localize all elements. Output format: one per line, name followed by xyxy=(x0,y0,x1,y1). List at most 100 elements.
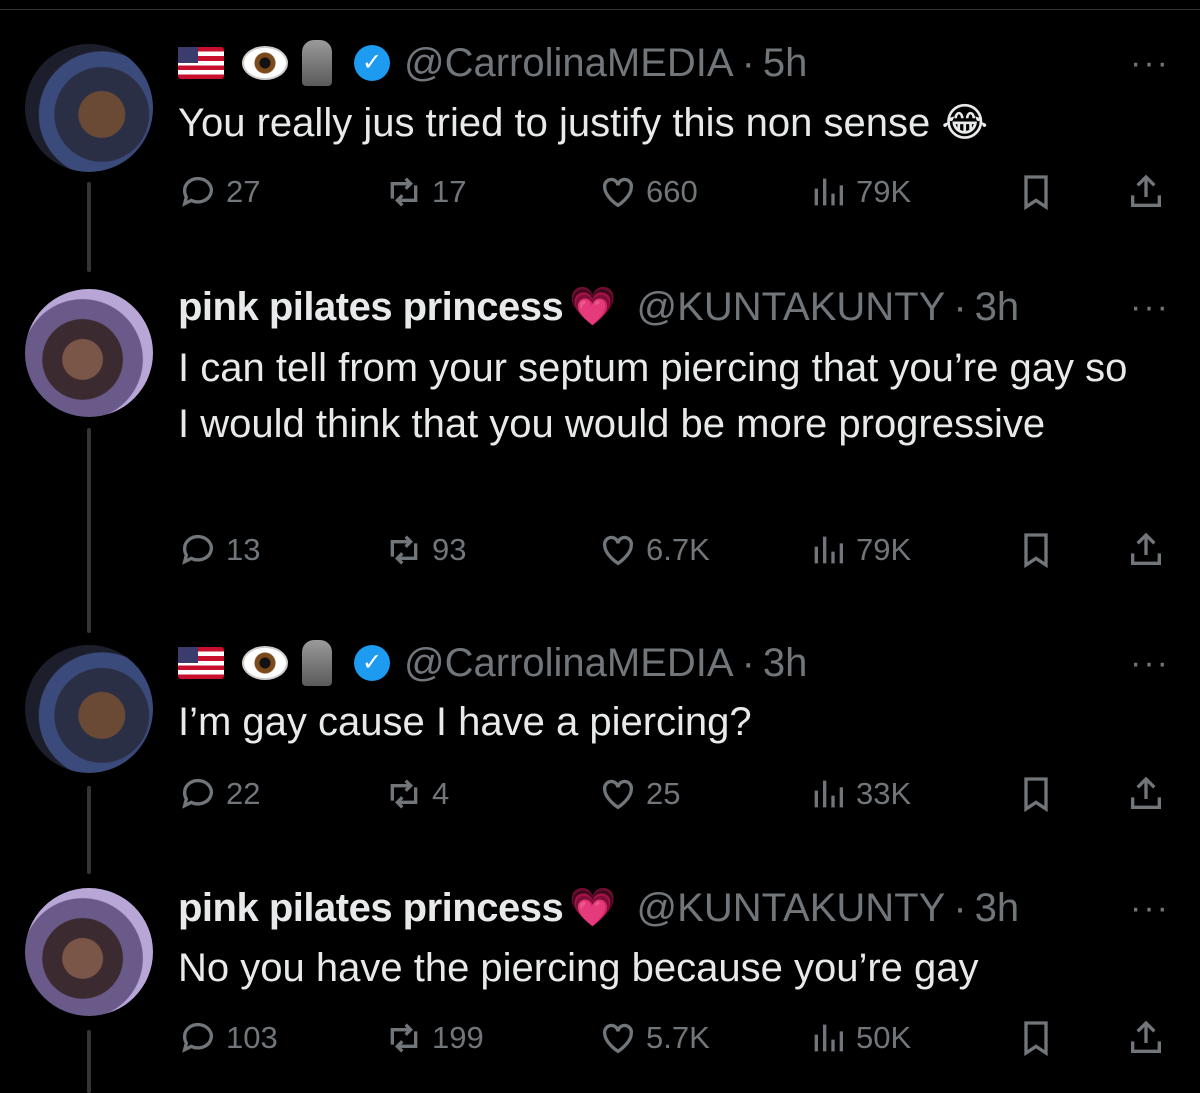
views-icon xyxy=(814,1024,843,1052)
repost-button[interactable]: 17 xyxy=(384,172,466,212)
like-count: 25 xyxy=(646,776,681,811)
like-button[interactable]: 6.7K xyxy=(598,530,710,570)
bookmark-button[interactable] xyxy=(1016,530,1064,570)
moai-icon xyxy=(302,640,332,686)
views-icon xyxy=(814,536,843,564)
author-handle[interactable]: @KUNTAKUNTY xyxy=(637,285,946,330)
action-bar: 27 17 660 79K xyxy=(178,172,1178,216)
reply-count: 13 xyxy=(226,532,261,567)
repost-icon xyxy=(390,1023,418,1053)
tweet-text: No you have the piercing because you’re … xyxy=(178,946,979,990)
pink-heart-icon: 💗 xyxy=(569,286,617,328)
repost-icon xyxy=(390,779,418,809)
reply-count: 22 xyxy=(226,776,261,811)
reply-icon xyxy=(182,176,213,207)
thread-line xyxy=(87,786,91,874)
verified-badge-icon: ✓ xyxy=(354,645,390,681)
views-button[interactable]: 33K xyxy=(808,774,911,814)
reply-icon xyxy=(182,778,213,809)
eye-icon xyxy=(242,646,288,680)
author-handle[interactable]: @KUNTAKUNTY xyxy=(637,886,946,931)
like-button[interactable]: 25 xyxy=(598,774,680,814)
bookmark-button[interactable] xyxy=(1016,1018,1064,1058)
repost-count: 17 xyxy=(432,174,467,209)
reply-button[interactable]: 103 xyxy=(178,1018,278,1058)
like-count: 5.7K xyxy=(646,1020,710,1055)
views-button[interactable]: 79K xyxy=(808,172,911,212)
repost-button[interactable]: 93 xyxy=(384,530,466,570)
timestamp[interactable]: 5h xyxy=(763,41,808,86)
action-bar: 103 199 5.7K 50K xyxy=(178,1018,1178,1062)
verified-badge-icon: ✓ xyxy=(354,45,390,81)
author-handle[interactable]: @CarrolinaMEDIA xyxy=(404,41,734,86)
share-button[interactable] xyxy=(1126,172,1174,212)
moai-icon xyxy=(302,40,332,86)
like-button[interactable]: 660 xyxy=(598,172,698,212)
reply-button[interactable]: 13 xyxy=(178,530,260,570)
heart-icon xyxy=(602,1023,634,1054)
repost-button[interactable]: 199 xyxy=(384,1018,484,1058)
separator: · xyxy=(953,284,967,329)
timestamp[interactable]: 3h xyxy=(975,886,1020,931)
flag-usa-icon xyxy=(178,47,224,79)
views-icon xyxy=(814,178,843,206)
timestamp[interactable]: 3h xyxy=(763,641,808,686)
timestamp[interactable]: 3h xyxy=(975,285,1020,330)
bookmark-button[interactable] xyxy=(1016,172,1064,212)
tweet-header: pink pilates princess 💗 @KUNTAKUNTY · 3h xyxy=(178,282,1019,332)
reply-button[interactable]: 22 xyxy=(178,774,260,814)
heart-icon xyxy=(602,535,634,566)
repost-icon xyxy=(390,177,418,207)
views-count: 33K xyxy=(856,776,912,811)
pink-heart-icon: 💗 xyxy=(569,887,617,929)
flag-usa-icon xyxy=(178,647,224,679)
more-options-icon[interactable]: ··· xyxy=(1130,889,1170,928)
bookmark-button[interactable] xyxy=(1016,774,1064,814)
author-name[interactable]: pink pilates princess xyxy=(178,285,564,330)
reply-count: 103 xyxy=(226,1020,278,1055)
share-icon xyxy=(1131,776,1161,809)
reply-icon xyxy=(182,534,213,565)
share-button[interactable] xyxy=(1126,530,1174,570)
bookmark-icon xyxy=(1024,1021,1048,1057)
avatar[interactable] xyxy=(25,888,153,1016)
share-icon xyxy=(1131,1020,1161,1053)
share-icon xyxy=(1131,532,1161,565)
like-button[interactable]: 5.7K xyxy=(598,1018,710,1058)
views-button[interactable]: 79K xyxy=(808,530,911,570)
author-name[interactable]: pink pilates princess xyxy=(178,886,564,931)
heart-icon xyxy=(602,779,634,810)
share-button[interactable] xyxy=(1126,1018,1174,1058)
bookmark-icon xyxy=(1024,533,1048,569)
reply-count: 27 xyxy=(226,174,261,209)
more-options-icon[interactable]: ··· xyxy=(1130,44,1170,83)
share-button[interactable] xyxy=(1126,774,1174,814)
more-options-icon[interactable]: ··· xyxy=(1130,288,1170,327)
tweet-header: ✓ @CarrolinaMEDIA · 3h xyxy=(178,638,807,688)
repost-count: 93 xyxy=(432,532,467,567)
thread-line xyxy=(87,1030,91,1093)
reply-button[interactable]: 27 xyxy=(178,172,260,212)
avatar[interactable] xyxy=(25,44,153,172)
views-button[interactable]: 50K xyxy=(808,1018,911,1058)
separator: · xyxy=(741,40,755,85)
share-icon xyxy=(1131,174,1161,207)
like-count: 6.7K xyxy=(646,532,710,567)
repost-icon xyxy=(390,535,418,565)
views-count: 79K xyxy=(856,532,912,567)
tweet-text: I’m gay cause I have a piercing? xyxy=(178,700,752,744)
thread-line xyxy=(87,428,91,633)
repost-count: 199 xyxy=(432,1020,484,1055)
separator: · xyxy=(953,885,967,930)
avatar[interactable] xyxy=(25,289,153,417)
repost-button[interactable]: 4 xyxy=(384,774,449,814)
more-options-icon[interactable]: ··· xyxy=(1130,644,1170,683)
bookmark-icon xyxy=(1024,175,1048,211)
tweet-text: You really jus tried to justify this non… xyxy=(178,101,989,145)
heart-icon xyxy=(602,177,634,208)
tweet-text: I can tell from your septum piercing tha… xyxy=(178,346,1128,446)
eye-icon xyxy=(242,46,288,80)
avatar[interactable] xyxy=(25,645,153,773)
author-handle[interactable]: @CarrolinaMEDIA xyxy=(404,641,734,686)
repost-count: 4 xyxy=(432,776,450,811)
